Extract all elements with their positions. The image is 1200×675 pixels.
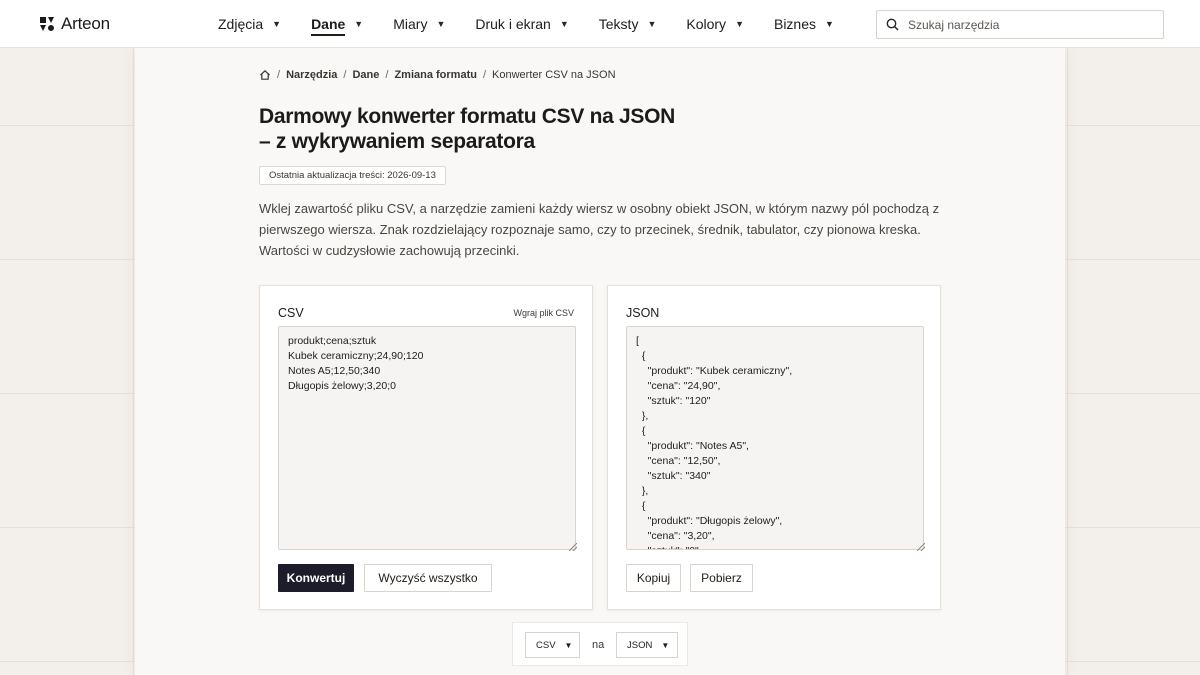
json-output[interactable]: [ { "produkt": "Kubek ceramiczny", "cena… xyxy=(626,326,924,550)
nav-item-miary[interactable]: Miary ▼ xyxy=(393,0,445,48)
target-format-select[interactable]: JSON ▼ xyxy=(616,632,678,658)
breadcrumb-item-narzedzia[interactable]: Narzędzia xyxy=(286,69,337,81)
source-format-value: CSV xyxy=(536,639,556,651)
json-panel: JSON [ { "produkt": "Kubek ceramiczny", … xyxy=(607,285,941,610)
format-switcher: CSV ▼ na JSON ▼ xyxy=(512,622,688,666)
caret-down-icon: ▼ xyxy=(436,19,446,29)
nav-item-label: Biznes xyxy=(773,16,817,32)
nav-item-label: Kolory xyxy=(686,16,727,32)
breadcrumb-current: Konwerter CSV na JSON xyxy=(492,69,616,81)
breadcrumb-separator: / xyxy=(385,69,389,81)
nav-item-dane[interactable]: Dane ▼ xyxy=(311,0,363,48)
nav-item-zdjecia[interactable]: Zdjęcia ▼ xyxy=(218,0,281,48)
clear-all-button[interactable]: Wyczyść wszystko xyxy=(364,564,492,592)
caret-down-icon: ▼ xyxy=(564,640,573,650)
nav-item-label: Zdjęcia xyxy=(218,16,264,32)
main-nav: Zdjęcia ▼ Dane ▼ Miary ▼ Druk i ekran ▼ … xyxy=(218,0,864,48)
caret-down-icon: ▼ xyxy=(354,19,364,29)
convert-button[interactable]: Konwertuj xyxy=(278,564,354,592)
breadcrumb-item-dane[interactable]: Dane xyxy=(352,69,379,81)
intro-text: Wklej zawartość pliku CSV, a narzędzie z… xyxy=(259,201,940,258)
caret-down-icon: ▼ xyxy=(272,19,282,29)
brand-name: Arteon xyxy=(61,14,110,33)
search-icon xyxy=(886,18,899,31)
last-updated-badge: Ostatnia aktualizacja treści: 2026-09-13 xyxy=(259,166,446,185)
download-button[interactable]: Pobierz xyxy=(690,564,753,592)
resize-handle-icon[interactable] xyxy=(917,543,925,551)
csv-panel: CSV Wgraj plik CSV produkt;cena;sztuk Ku… xyxy=(259,285,593,610)
caret-down-icon: ▼ xyxy=(825,19,834,29)
caret-down-icon: ▼ xyxy=(735,19,744,29)
resize-handle-icon[interactable] xyxy=(569,543,577,551)
upload-csv-link[interactable]: Wgraj plik CSV xyxy=(513,308,574,318)
json-panel-title: JSON xyxy=(626,306,660,320)
logo-icon xyxy=(40,17,54,31)
top-navigation-bar: Arteon Zdjęcia ▼ Dane ▼ Miary ▼ Druk i e… xyxy=(0,0,1200,48)
logo[interactable]: Arteon xyxy=(39,14,110,34)
breadcrumb-separator: / xyxy=(277,69,281,81)
search-box[interactable] xyxy=(876,10,1164,39)
nav-item-druk-i-ekran[interactable]: Druk i ekran ▼ xyxy=(475,0,568,48)
nav-item-label: Teksty xyxy=(598,16,639,32)
nav-item-teksty[interactable]: Teksty ▼ xyxy=(599,0,657,48)
nav-item-kolory[interactable]: Kolory ▼ xyxy=(686,0,744,48)
nav-item-label: Druk i ekran xyxy=(475,16,551,32)
breadcrumb: / Narzędzia / Dane / Zmiana formatu / Ko… xyxy=(259,69,616,81)
breadcrumb-separator: / xyxy=(482,69,487,81)
search-input[interactable] xyxy=(908,17,1148,32)
nav-item-label: Miary xyxy=(393,16,428,32)
breadcrumb-separator: / xyxy=(343,69,347,81)
copy-button[interactable]: Kopiuj xyxy=(626,564,681,592)
breadcrumb-item-zmiana-formatu[interactable]: Zmiana formatu xyxy=(394,69,477,81)
nav-item-label: Dane xyxy=(311,16,346,36)
source-format-select[interactable]: CSV ▼ xyxy=(525,632,580,658)
target-format-value: JSON xyxy=(627,639,653,651)
csv-panel-title: CSV xyxy=(278,306,304,320)
caret-down-icon: ▼ xyxy=(647,19,657,29)
format-connector: na xyxy=(592,639,605,651)
nav-item-biznes[interactable]: Biznes ▼ xyxy=(774,0,834,48)
page-title: Darmowy konwerter formatu CSV na JSON – … xyxy=(259,105,676,153)
caret-down-icon: ▼ xyxy=(559,19,569,29)
csv-input[interactable]: produkt;cena;sztuk Kubek ceramiczny;24,9… xyxy=(278,326,576,550)
home-icon[interactable] xyxy=(259,69,271,81)
caret-down-icon: ▼ xyxy=(661,640,670,650)
